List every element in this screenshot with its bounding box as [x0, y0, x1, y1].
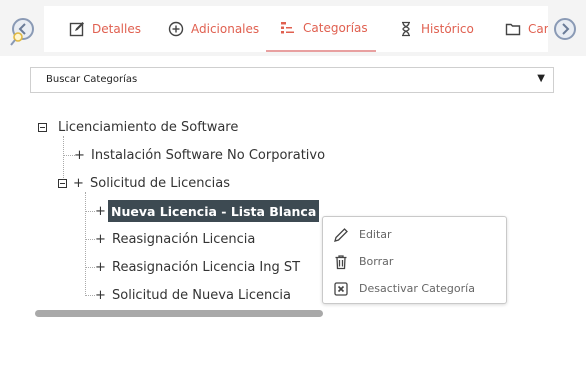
scroll-right-button[interactable]: [554, 18, 576, 40]
expand-icon[interactable]: +: [95, 260, 106, 275]
tree-node-label-selected: Nueva Licencia - Lista Blanca: [108, 200, 320, 222]
tree-connector: [85, 267, 95, 268]
search-icon: [10, 32, 23, 46]
tab-bar: Detalles Adicionales Categorías Históric…: [0, 0, 586, 56]
trash-icon: [332, 253, 350, 271]
tab-detalles-label: Detalles: [92, 22, 141, 36]
tab-detalles[interactable]: Detalles: [69, 6, 141, 52]
tree-node-label: Solicitud de Nueva Licencia: [112, 287, 292, 303]
search-categories-dropdown[interactable]: Buscar Categorías ▼: [30, 67, 554, 93]
tree-node-reasignacion[interactable]: + Reasignación Licencia: [95, 228, 255, 250]
expand-icon[interactable]: +: [95, 204, 106, 219]
tab-categorias[interactable]: Categorías: [266, 6, 376, 52]
chevron-right-icon: [562, 23, 570, 35]
tree-node-solicitud-nueva[interactable]: + Solicitud de Nueva Licencia: [95, 284, 291, 306]
tree-node-label: Reasignación Licencia Ing ST: [112, 259, 301, 275]
tree-connector: [85, 211, 95, 212]
tree-node-instalacion[interactable]: + Instalación Software No Corporativo: [74, 144, 325, 166]
tab-adicionales[interactable]: Adicionales: [168, 6, 259, 52]
tab-car[interactable]: Car: [505, 6, 548, 52]
tab-strip: Detalles Adicionales Categorías Históric…: [44, 6, 548, 52]
folder-icon: [505, 23, 521, 36]
menu-item-label: Desactivar Categoría: [359, 282, 475, 295]
tab-adicionales-label: Adicionales: [191, 22, 260, 36]
pencil-icon: [332, 226, 350, 244]
tree-connector: [85, 192, 86, 296]
tab-categorias-label: Categorías: [303, 21, 368, 35]
context-menu: Editar Borrar Desactivar Categoría: [322, 216, 507, 304]
collapse-icon[interactable]: [38, 122, 47, 132]
collapse-icon[interactable]: [58, 178, 67, 188]
tree-node-solicitud-licencias[interactable]: + Solicitud de Licencias: [58, 172, 230, 194]
horizontal-scrollbar[interactable]: [35, 310, 323, 317]
caret-down-icon: ▼: [537, 73, 545, 84]
tree-connector: [85, 239, 95, 240]
menu-item-label: Editar: [359, 228, 392, 241]
tree-node-label: Instalación Software No Corporativo: [91, 147, 326, 163]
tree-node-label: Licenciamiento de Software: [58, 119, 239, 135]
expand-icon[interactable]: +: [73, 176, 84, 191]
category-tree-icon: [281, 22, 294, 34]
expand-icon[interactable]: +: [95, 288, 106, 303]
tree-node-label: Reasignación Licencia: [112, 231, 256, 247]
menu-item-borrar[interactable]: Borrar: [323, 248, 506, 275]
tree-node-licenciamiento[interactable]: Licenciamiento de Software: [38, 116, 238, 138]
hourglass-icon: [402, 21, 410, 37]
edit-icon: [69, 22, 84, 37]
expand-icon[interactable]: +: [95, 232, 106, 247]
menu-item-desactivar[interactable]: Desactivar Categoría: [323, 275, 506, 302]
tree-node-nueva-licencia[interactable]: + Nueva Licencia - Lista Blanca: [95, 200, 320, 222]
tree-node-label: Solicitud de Licencias: [90, 175, 231, 191]
tab-historico[interactable]: Histórico: [398, 6, 474, 52]
search-categories-label: Buscar Categorías: [46, 74, 138, 85]
plus-circle-icon: [168, 21, 184, 37]
menu-item-editar[interactable]: Editar: [323, 221, 506, 248]
deactivate-icon: [332, 280, 350, 298]
tree-connector: [85, 295, 95, 296]
categories-panel: Buscar Categorías ▼ Licenciamiento de So…: [0, 56, 586, 388]
tree-node-reasignacion-ing[interactable]: + Reasignación Licencia Ing ST: [95, 256, 300, 278]
menu-item-label: Borrar: [359, 255, 394, 268]
expand-icon[interactable]: +: [74, 148, 85, 163]
tab-car-label: Car: [528, 22, 548, 36]
tab-historico-label: Histórico: [421, 22, 474, 36]
